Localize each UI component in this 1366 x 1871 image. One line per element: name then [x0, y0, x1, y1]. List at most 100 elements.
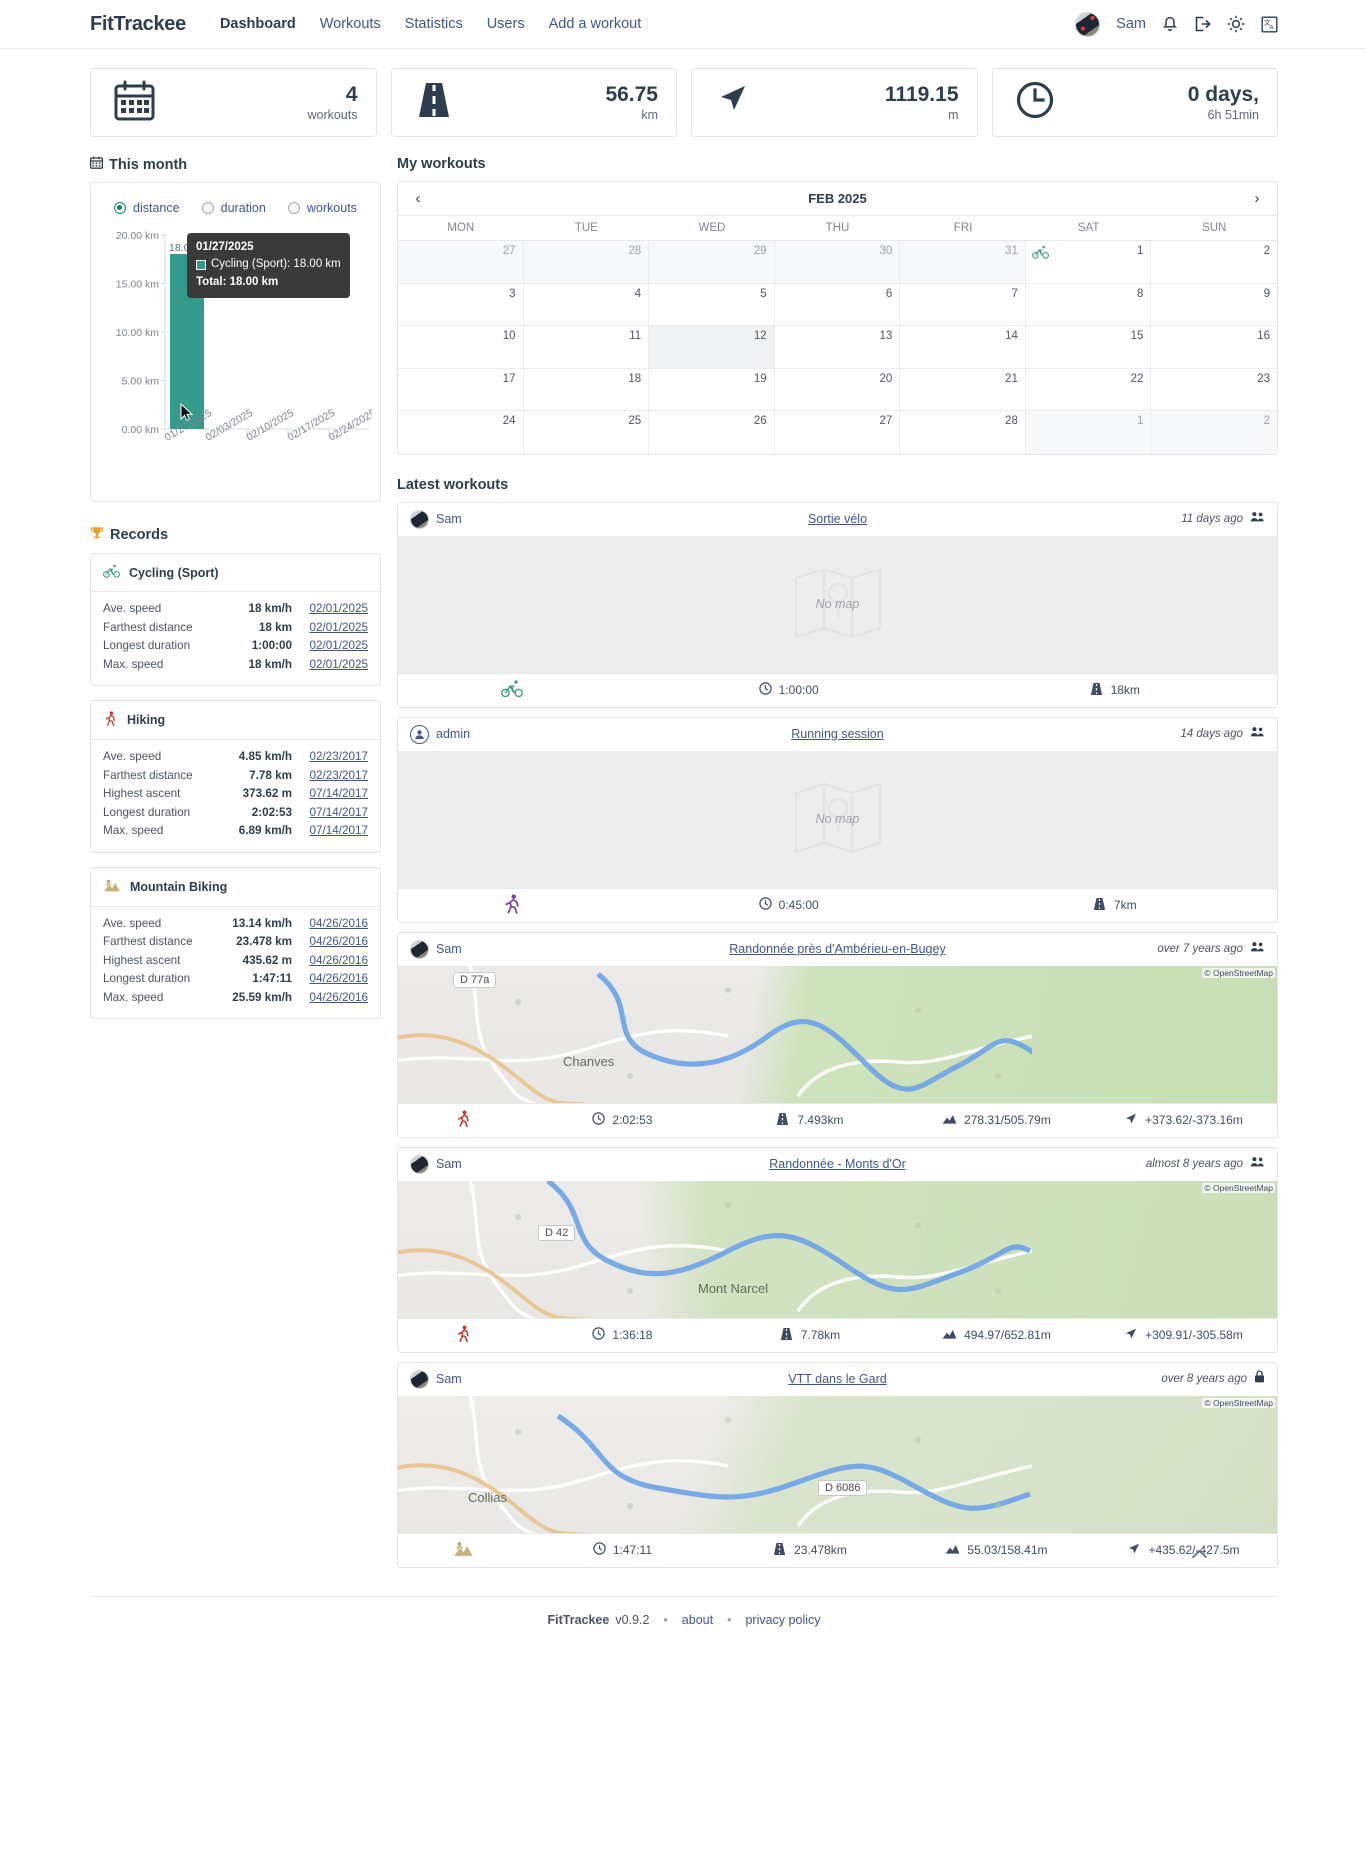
record-date-link[interactable]: 02/01/2025	[304, 600, 369, 619]
cycling-icon[interactable]	[1031, 245, 1049, 264]
calendar-day-13[interactable]: 13	[774, 326, 901, 369]
nav-link-workouts[interactable]: Workouts	[308, 16, 393, 32]
calendar-day-30[interactable]: 30	[774, 241, 901, 284]
avatar[interactable]	[1075, 11, 1101, 37]
record-date-link[interactable]: 07/14/2017	[304, 785, 369, 804]
workout-owner[interactable]: Sam	[410, 509, 570, 529]
calendar-day-16[interactable]: 16	[1151, 326, 1277, 369]
record-date-link[interactable]: 07/14/2017	[304, 804, 369, 823]
record-date-link[interactable]: 04/26/2016	[304, 933, 369, 952]
osm-attribution[interactable]: © OpenStreetMap	[1202, 1397, 1275, 1408]
workout-card[interactable]: Sam Randonnée - Monts d'Or almost 8 years …	[397, 1146, 1278, 1353]
nav-link-add-workout[interactable]: Add a workout	[537, 16, 654, 32]
calendar-day-29[interactable]: 29	[649, 241, 775, 284]
workout-owner-name[interactable]: admin	[436, 727, 470, 741]
footer-about-link[interactable]: about	[682, 1613, 713, 1627]
calendar-day-2[interactable]: 2	[1151, 241, 1277, 284]
workout-card[interactable]: Sam Sortie vélo 11 days ago No map 1:00:00 18…	[397, 501, 1278, 708]
footer-privacy-link[interactable]: privacy policy	[745, 1613, 820, 1627]
username-label[interactable]: Sam	[1116, 16, 1146, 32]
calendar-day-26[interactable]: 26	[649, 411, 775, 454]
calendar-day-31[interactable]: 31	[900, 241, 1026, 284]
record-date-link[interactable]: 04/26/2016	[304, 952, 369, 971]
calendar-day-9[interactable]: 9	[1151, 284, 1277, 326]
calendar-day-12[interactable]: 12	[649, 326, 775, 369]
osm-attribution[interactable]: © OpenStreetMap	[1202, 967, 1275, 978]
workout-map[interactable]: Chanves D 77a © OpenStreetMap	[398, 965, 1277, 1103]
avatar[interactable]	[410, 939, 429, 959]
workout-card[interactable]: Sam VTT dans le Gard over 8 years ago Colli…	[397, 1361, 1278, 1568]
workout-map[interactable]: Mont Narcel D 42 © OpenStreetMap	[398, 1180, 1277, 1318]
chevron-up-icon[interactable]	[1191, 1546, 1208, 1566]
workout-owner[interactable]: admin	[410, 724, 570, 744]
calendar-prev-button[interactable]: ‹	[410, 190, 426, 207]
workout-card[interactable]: admin Running session 14 days ago No map 0:4…	[397, 716, 1278, 923]
calendar-day-24[interactable]: 24	[398, 411, 524, 454]
calendar-day-3[interactable]: 3	[398, 283, 524, 326]
workout-owner[interactable]: Sam	[410, 1369, 570, 1389]
calendar-day-11[interactable]: 11	[523, 326, 650, 369]
record-date-link[interactable]: 02/01/2025	[304, 637, 369, 656]
record-date-link[interactable]: 07/14/2017	[304, 822, 369, 841]
workout-owner-name[interactable]: Sam	[436, 512, 462, 526]
logout-icon[interactable]	[1194, 16, 1211, 32]
sun-icon[interactable]	[1227, 15, 1245, 33]
calendar-day-28[interactable]: 28	[523, 241, 650, 284]
osm-attribution[interactable]: © OpenStreetMap	[1202, 1182, 1275, 1193]
nav-link-statistics[interactable]: Statistics	[393, 16, 475, 32]
workout-title-link[interactable]: Sortie vélo	[570, 512, 1105, 526]
calendar-day-25[interactable]: 25	[524, 411, 650, 454]
calendar-day-17[interactable]: 17	[398, 368, 524, 411]
calendar-day-6[interactable]: 6	[774, 283, 901, 326]
calendar-day-15[interactable]: 15	[1025, 326, 1152, 369]
calendar-day-14[interactable]: 14	[900, 326, 1026, 369]
calendar-day-2[interactable]: 2	[1151, 411, 1277, 454]
calendar-day-19[interactable]: 19	[649, 368, 775, 411]
distance-bar-chart[interactable]: 20.00 km 15.00 km 10.00 km 5.00 km 0.00 …	[101, 229, 372, 484]
workout-title-link[interactable]: Randonnée - Monts d'Or	[570, 1157, 1105, 1171]
workout-title-link[interactable]: Randonnée près d'Ambérieu-en-Bugey	[570, 942, 1105, 956]
nav-link-dashboard[interactable]: Dashboard	[208, 16, 308, 32]
calendar-day-20[interactable]: 20	[774, 368, 901, 411]
workout-owner-name[interactable]: Sam	[436, 1157, 462, 1171]
calendar-day-8[interactable]: 8	[1025, 283, 1152, 326]
avatar[interactable]	[410, 1369, 429, 1389]
workout-owner[interactable]: Sam	[410, 1154, 570, 1174]
record-date-link[interactable]: 02/01/2025	[304, 656, 369, 675]
workout-owner-name[interactable]: Sam	[436, 942, 462, 956]
workout-title-link[interactable]: Running session	[570, 727, 1105, 741]
avatar[interactable]	[410, 724, 429, 744]
calendar-day-23[interactable]: 23	[1151, 369, 1277, 411]
calendar-day-27[interactable]: 27	[775, 411, 901, 454]
calendar-day-4[interactable]: 4	[523, 283, 650, 326]
calendar-day-1[interactable]: 1	[1025, 411, 1152, 454]
radio-workouts[interactable]: workouts	[287, 201, 357, 215]
nav-link-users[interactable]: Users	[475, 16, 537, 32]
record-date-link[interactable]: 04/26/2016	[304, 989, 369, 1008]
calendar-day-5[interactable]: 5	[649, 283, 775, 326]
radio-duration[interactable]: duration	[201, 201, 266, 215]
calendar-day-18[interactable]: 18	[523, 368, 650, 411]
record-date-link[interactable]: 02/23/2017	[304, 748, 369, 767]
calendar-day-1[interactable]: 1	[1025, 241, 1152, 284]
avatar[interactable]	[410, 509, 429, 529]
calendar-day-21[interactable]: 21	[900, 368, 1026, 411]
calendar-day-7[interactable]: 7	[900, 283, 1026, 326]
workout-title-link[interactable]: VTT dans le Gard	[570, 1372, 1105, 1386]
radio-distance[interactable]: distance	[114, 201, 180, 215]
calendar-next-button[interactable]: ›	[1249, 190, 1265, 207]
app-logo[interactable]: FitTrackee	[90, 13, 186, 36]
record-date-link[interactable]: 02/01/2025	[304, 619, 369, 638]
record-date-link[interactable]: 04/26/2016	[304, 970, 369, 989]
workout-map[interactable]: Collias D 6086 © OpenStreetMap	[398, 1395, 1277, 1533]
calendar-day-22[interactable]: 22	[1025, 368, 1152, 411]
record-date-link[interactable]: 02/23/2017	[304, 767, 369, 786]
avatar[interactable]	[410, 1154, 429, 1174]
workout-owner-name[interactable]: Sam	[436, 1372, 462, 1386]
workout-owner[interactable]: Sam	[410, 939, 570, 959]
language-icon[interactable]: 文A	[1261, 16, 1278, 33]
calendar-day-27[interactable]: 27	[398, 241, 524, 284]
calendar-day-28[interactable]: 28	[900, 411, 1026, 454]
record-date-link[interactable]: 04/26/2016	[304, 915, 369, 934]
calendar-day-10[interactable]: 10	[398, 326, 524, 369]
